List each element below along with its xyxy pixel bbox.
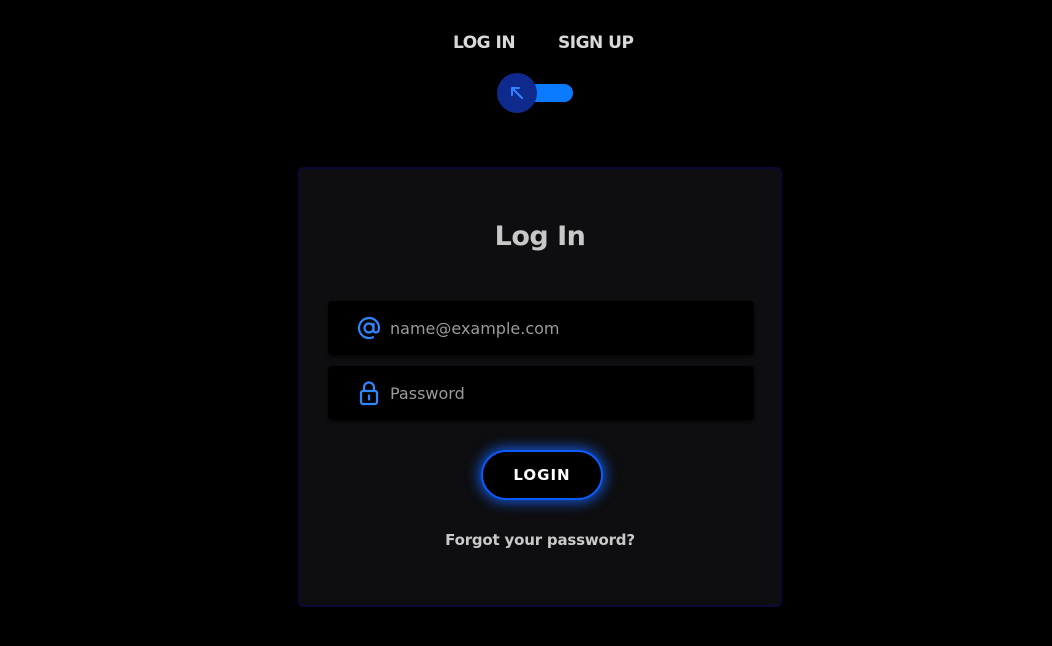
email-input[interactable] (390, 301, 740, 355)
login-signup-toggle[interactable] (497, 73, 575, 113)
password-input[interactable] (390, 366, 740, 420)
login-button[interactable]: LOGIN (481, 450, 603, 500)
lock-icon (356, 380, 382, 406)
tab-login[interactable]: LOG IN (453, 33, 516, 53)
toggle-knob[interactable] (497, 73, 537, 113)
at-sign-icon (356, 315, 382, 341)
email-field (328, 301, 754, 355)
forgot-password-link[interactable]: Forgot your password? (300, 531, 780, 549)
arrow-up-left-icon (511, 87, 523, 99)
tab-signup[interactable]: SIGN UP (558, 33, 634, 53)
login-card: Log In LOGIN Forgot your password? (298, 167, 782, 607)
card-title: Log In (494, 221, 586, 252)
password-field (328, 366, 754, 420)
auth-tabs: LOG IN SIGN UP (0, 33, 1052, 57)
